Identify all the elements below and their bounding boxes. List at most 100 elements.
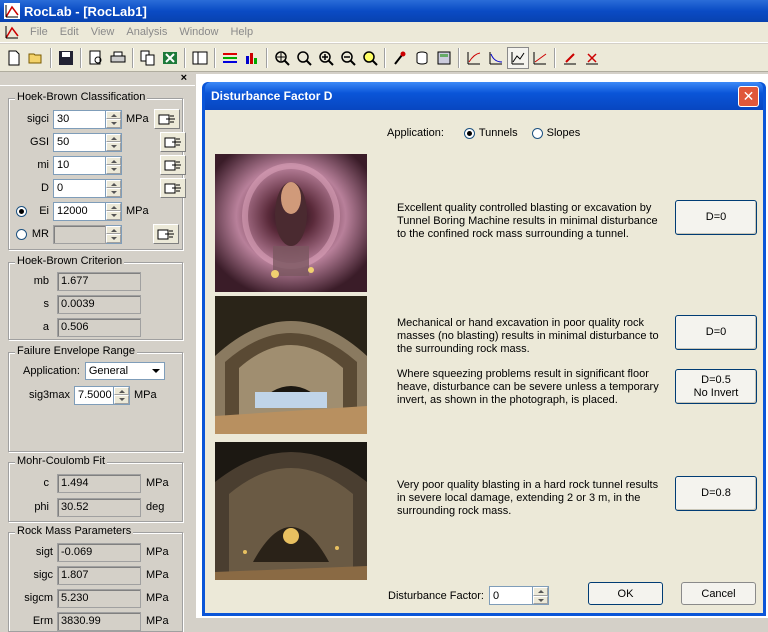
disturbance-factor-input[interactable]: 0 xyxy=(488,586,533,605)
hoek-brown-criterion-group: Hoek-Brown Criterion mb 1.677 s 0.0039 a… xyxy=(8,255,183,340)
open-icon[interactable] xyxy=(25,47,47,69)
group-title: Hoek-Brown Classification xyxy=(15,91,148,103)
mr-pick-button[interactable] xyxy=(153,224,179,244)
zoom-extents-icon[interactable] xyxy=(359,47,381,69)
disturbance-factor-row: Disturbance Factor: 0 xyxy=(388,586,549,605)
print-preview-icon[interactable] xyxy=(85,47,107,69)
a-label: a xyxy=(42,321,49,333)
mechanical-description: Mechanical or hand excavation in poor qu… xyxy=(397,317,659,355)
menu-window[interactable]: Window xyxy=(173,26,224,38)
tool-icon[interactable] xyxy=(389,47,411,69)
excel-icon[interactable] xyxy=(159,47,181,69)
mechanical-tunnel-photo xyxy=(215,296,367,434)
rock-mass-group: Rock Mass Parameters sigt -0.069 MPa sig… xyxy=(8,525,183,632)
plot2-icon[interactable] xyxy=(485,47,507,69)
d0-tbm-button[interactable]: D=0 xyxy=(675,200,757,235)
cylinder-icon[interactable] xyxy=(411,47,433,69)
zoom-out-icon[interactable] xyxy=(337,47,359,69)
toolbar-separator xyxy=(184,47,186,68)
menu-bar: File Edit View Analysis Window Help xyxy=(0,22,768,43)
ei-spinner[interactable] xyxy=(106,201,122,221)
tbm-tunnel-photo xyxy=(215,154,367,292)
document-chart-icon[interactable] xyxy=(4,24,20,40)
sigci-input[interactable]: 30 xyxy=(53,109,106,129)
mr-radio[interactable] xyxy=(16,228,27,240)
save-icon[interactable] xyxy=(55,47,77,69)
sigci-pick-button[interactable] xyxy=(153,109,180,129)
ei-input[interactable]: 12000 xyxy=(53,201,106,221)
edit-icon[interactable] xyxy=(559,47,581,69)
menu-view[interactable]: View xyxy=(85,26,121,38)
application-select[interactable]: General xyxy=(84,362,165,380)
gsi-spinner[interactable] xyxy=(106,132,122,152)
calculator-icon[interactable] xyxy=(433,47,455,69)
chart-icon[interactable] xyxy=(241,47,263,69)
menu-analysis[interactable]: Analysis xyxy=(120,26,173,38)
zoom-all-icon[interactable] xyxy=(271,47,293,69)
pick-icon[interactable] xyxy=(581,47,603,69)
plot1-icon[interactable] xyxy=(463,47,485,69)
input-panel: × Hoek-Brown Classification sigci 30 MPa… xyxy=(0,72,195,632)
sigc-unit: MPa xyxy=(146,569,169,581)
plot3-icon[interactable] xyxy=(507,46,529,69)
hoek-brown-classification-group: Hoek-Brown Classification sigci 30 MPa G… xyxy=(8,91,186,250)
phi-value: 30.52 xyxy=(57,497,141,517)
toolbar-separator xyxy=(50,47,52,68)
sigc-label: sigc xyxy=(33,569,53,581)
c-value: 1.494 xyxy=(57,473,141,493)
mr-input[interactable] xyxy=(53,224,106,244)
mi-pick-button[interactable] xyxy=(160,155,186,175)
tunnels-radio[interactable] xyxy=(463,127,475,139)
copy-icon[interactable] xyxy=(137,47,159,69)
gsi-input[interactable]: 50 xyxy=(53,132,106,152)
d-spinner[interactable] xyxy=(106,178,122,198)
mi-spinner[interactable] xyxy=(106,155,122,175)
gsi-pick-button[interactable] xyxy=(160,132,186,152)
ei-radio[interactable] xyxy=(16,205,27,217)
sigci-spinner[interactable] xyxy=(106,109,122,129)
ok-button[interactable]: OK xyxy=(588,582,663,605)
sig3max-spinner[interactable] xyxy=(113,385,130,405)
phi-unit: deg xyxy=(146,501,165,513)
d-input[interactable]: 0 xyxy=(53,178,106,198)
menu-file[interactable]: File xyxy=(24,26,54,38)
color-icon[interactable] xyxy=(219,47,241,69)
plot4-icon[interactable] xyxy=(529,47,551,69)
zoom-icon[interactable] xyxy=(293,47,315,69)
d08-button[interactable]: D=0.8 xyxy=(675,476,757,511)
sigcm-value: 5.230 xyxy=(57,588,141,608)
slopes-label[interactable]: Slopes xyxy=(547,127,581,139)
mb-label: mb xyxy=(33,275,49,287)
a-value: 0.506 xyxy=(57,317,141,337)
tunnels-label[interactable]: Tunnels xyxy=(479,127,518,139)
d05-label: D=0.5 xyxy=(701,373,731,386)
dialog-title: Disturbance Factor D xyxy=(211,89,333,103)
sig3max-input[interactable]: 7.5000 xyxy=(73,385,114,405)
zoom-in-icon[interactable] xyxy=(315,47,337,69)
mi-input[interactable]: 10 xyxy=(53,155,106,175)
close-icon[interactable]: × xyxy=(181,72,187,84)
disturbance-factor-spinner[interactable] xyxy=(532,586,549,605)
menu-help[interactable]: Help xyxy=(224,26,259,38)
panel-icon[interactable] xyxy=(189,47,211,69)
c-unit: MPa xyxy=(146,477,169,489)
dialog-body: Application: Tunnels Slopes Excellent qu… xyxy=(205,110,763,613)
d-pick-button[interactable] xyxy=(160,178,186,198)
close-icon[interactable]: ✕ xyxy=(738,86,759,107)
d0-mechanical-button[interactable]: D=0 xyxy=(675,315,757,350)
mr-spinner[interactable] xyxy=(106,224,122,244)
application-value: General xyxy=(88,365,129,377)
mb-value: 1.677 xyxy=(57,271,141,291)
toolbar-separator xyxy=(554,47,556,68)
hand-pointer-icon xyxy=(164,137,181,148)
new-icon[interactable] xyxy=(3,47,25,69)
application-label: Application: xyxy=(387,127,444,139)
tbm-description: Excellent quality controlled blasting or… xyxy=(397,202,658,240)
menu-edit[interactable]: Edit xyxy=(54,26,85,38)
hand-pointer-icon xyxy=(157,229,174,240)
print-icon[interactable] xyxy=(107,47,129,69)
d05-no-invert-button[interactable]: D=0.5 No Invert xyxy=(675,369,757,404)
cancel-button[interactable]: Cancel xyxy=(681,582,756,605)
slopes-radio[interactable] xyxy=(531,127,543,139)
squeezing-description: Where squeezing problems result in signi… xyxy=(397,368,659,406)
